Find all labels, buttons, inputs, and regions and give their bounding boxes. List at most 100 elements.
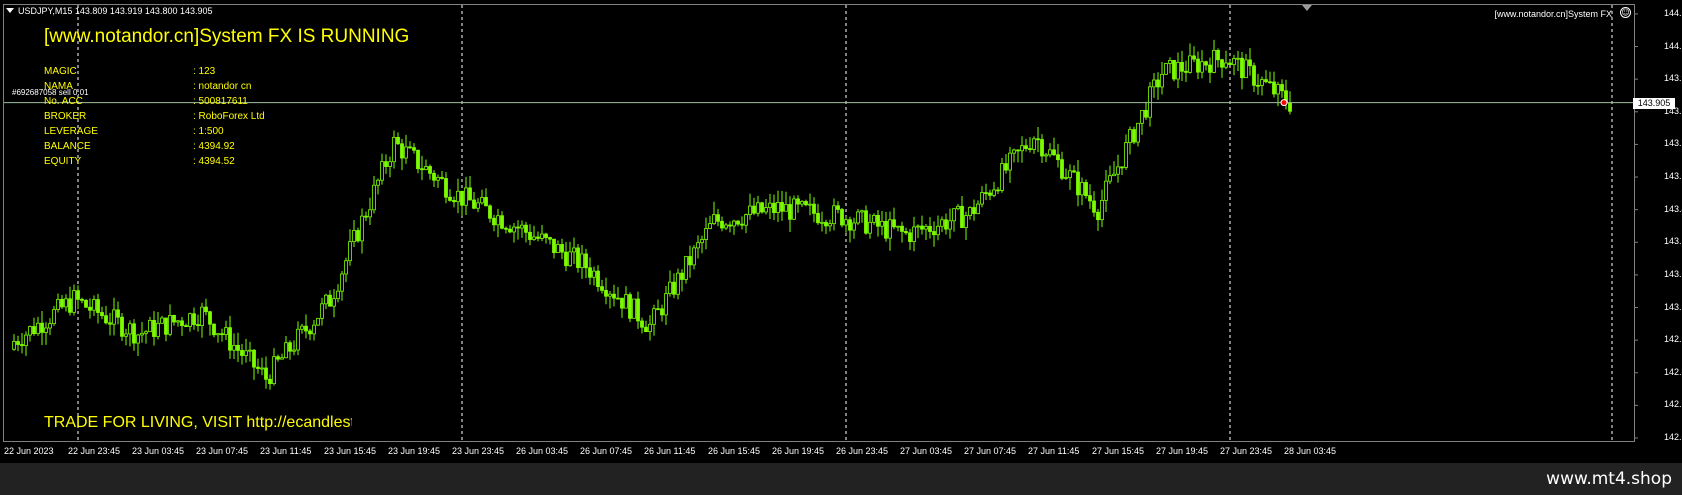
candle-body bbox=[500, 215, 504, 229]
candle-body bbox=[740, 223, 744, 226]
candle-body bbox=[248, 349, 252, 352]
footer-bar: www.mt4.shop bbox=[0, 463, 1682, 495]
candle-body bbox=[788, 204, 792, 220]
candle-body bbox=[1200, 61, 1204, 73]
candle-body bbox=[1040, 139, 1044, 157]
candle-body bbox=[820, 221, 824, 224]
candle-body bbox=[808, 203, 812, 206]
order-line-label[interactable]: #692687058 sell 0.01 bbox=[12, 88, 89, 97]
price-tick-label: 142.745 bbox=[1664, 399, 1682, 410]
candle-body bbox=[940, 219, 944, 227]
candle-body bbox=[800, 201, 804, 205]
candle-body bbox=[684, 256, 688, 280]
candle-body bbox=[960, 205, 964, 228]
candle-body bbox=[824, 221, 828, 227]
candle-body bbox=[76, 290, 80, 300]
candle-body bbox=[184, 325, 188, 327]
candle-body bbox=[1220, 59, 1224, 68]
candle-body bbox=[364, 215, 368, 218]
candle-body bbox=[1232, 58, 1236, 66]
candle-body bbox=[340, 273, 344, 292]
candle-body bbox=[252, 349, 256, 368]
chart-shift-marker-icon[interactable] bbox=[1302, 5, 1312, 11]
candle-body bbox=[636, 298, 640, 322]
candle-body bbox=[560, 244, 564, 253]
candle-body bbox=[528, 231, 532, 240]
candle-body bbox=[552, 238, 556, 253]
candle-body bbox=[1268, 81, 1272, 84]
time-tick-label: 27 Jun 11:45 bbox=[1028, 446, 1080, 456]
candle-body bbox=[520, 224, 524, 229]
candle-body bbox=[868, 221, 872, 234]
candle-body bbox=[1080, 182, 1084, 196]
candle-body bbox=[772, 202, 776, 213]
candle-body bbox=[496, 215, 500, 226]
candle-body bbox=[1164, 63, 1168, 75]
time-tick-label: 27 Jun 19:45 bbox=[1156, 446, 1209, 456]
candle-body bbox=[924, 225, 928, 230]
candle-body bbox=[1276, 84, 1280, 95]
price-tick-label: 144.120 bbox=[1664, 40, 1682, 51]
candle-body bbox=[324, 294, 328, 305]
symbol-header[interactable]: USDJPY,M15 143.809 143.919 143.800 143.9… bbox=[6, 6, 213, 16]
candle-body bbox=[544, 233, 548, 238]
candle-body bbox=[12, 341, 16, 350]
candle-body bbox=[368, 209, 372, 218]
smiley-icon[interactable]: ☺ bbox=[1620, 7, 1631, 18]
info-key-account: No. ACC bbox=[44, 96, 83, 107]
candle-body bbox=[576, 247, 580, 268]
candle-body bbox=[796, 198, 800, 205]
candle-body bbox=[1168, 60, 1172, 64]
candle-body bbox=[676, 272, 680, 295]
candle-body bbox=[832, 205, 836, 225]
candle-body bbox=[360, 215, 364, 242]
candle-body bbox=[288, 342, 292, 352]
candle-body bbox=[980, 192, 984, 205]
candle-body bbox=[1076, 171, 1080, 196]
info-key-equity: EQUITY bbox=[44, 156, 82, 167]
candle-body bbox=[1056, 154, 1060, 161]
candle-body bbox=[404, 146, 408, 159]
time-tick-label: 26 Jun 23:45 bbox=[836, 446, 889, 456]
candle-body bbox=[392, 136, 396, 163]
candle-body bbox=[660, 308, 664, 316]
candle-body bbox=[1116, 166, 1120, 175]
candle-body bbox=[372, 184, 376, 211]
candle-body bbox=[936, 225, 940, 236]
candle-body bbox=[168, 315, 172, 335]
info-key-leverage: LEVERAGE bbox=[44, 126, 98, 137]
candle-body bbox=[908, 232, 912, 242]
candle-body bbox=[276, 356, 280, 360]
price-tick-label: 143.120 bbox=[1664, 301, 1682, 312]
candlestick-chart[interactable] bbox=[0, 0, 1682, 463]
candle-body bbox=[224, 327, 228, 335]
candle-body bbox=[956, 205, 960, 210]
candle-body bbox=[600, 286, 604, 291]
candle-body bbox=[312, 324, 316, 335]
footer-watermark: www.mt4.shop bbox=[1546, 469, 1672, 489]
candle-body bbox=[892, 219, 896, 228]
candle-body bbox=[1228, 62, 1232, 66]
candle-body bbox=[968, 207, 972, 216]
candle-body bbox=[304, 325, 308, 332]
candle-body bbox=[608, 293, 612, 297]
candle-body bbox=[664, 293, 668, 316]
candle-body bbox=[468, 187, 472, 201]
time-tick-label: 27 Jun 23:45 bbox=[1220, 446, 1273, 456]
candle-body bbox=[872, 215, 876, 223]
candle-body bbox=[488, 205, 492, 219]
candle-body bbox=[440, 176, 444, 179]
candle-body bbox=[472, 199, 476, 209]
candle-body bbox=[100, 312, 104, 317]
candle-body bbox=[700, 239, 704, 244]
candle-body bbox=[624, 294, 628, 309]
candle-body bbox=[412, 147, 416, 151]
candle-body bbox=[300, 325, 304, 330]
candle-body bbox=[648, 323, 652, 332]
chart-window[interactable]: USDJPY,M15 143.809 143.919 143.800 143.9… bbox=[0, 0, 1682, 463]
candle-body bbox=[580, 253, 584, 268]
candle-body bbox=[72, 290, 76, 313]
candle-body bbox=[124, 333, 128, 337]
chevron-down-icon[interactable] bbox=[6, 8, 14, 13]
candle-body bbox=[396, 136, 400, 145]
